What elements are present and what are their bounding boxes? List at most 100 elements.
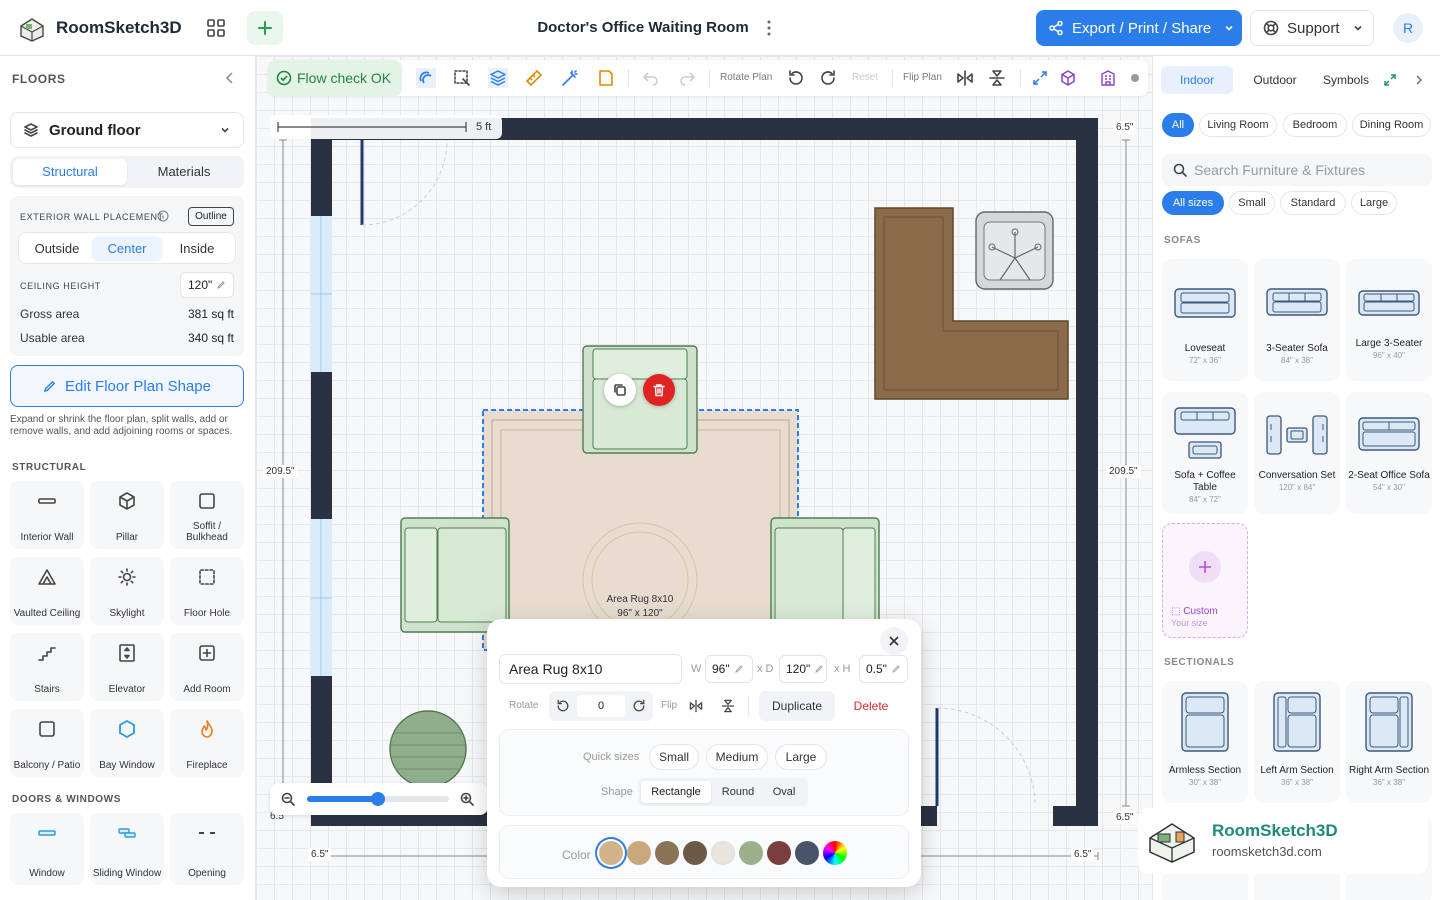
rotate-right-icon[interactable] — [818, 68, 838, 88]
close-popup-button[interactable] — [880, 627, 908, 655]
undo-icon[interactable] — [641, 68, 661, 88]
quick-size-medium[interactable]: Medium — [706, 744, 768, 770]
flip-horizontal-icon[interactable] — [955, 68, 975, 88]
color-swatch[interactable] — [767, 841, 791, 865]
quick-size-large[interactable]: Large — [775, 744, 827, 770]
width-field[interactable]: 96" — [705, 655, 753, 683]
delete-item-button[interactable] — [643, 374, 675, 406]
zoom-slider-handle[interactable] — [371, 792, 385, 806]
custom-size-card[interactable]: ⬚ Custom Your size — [1162, 523, 1248, 638]
duplicate-item-button[interactable] — [604, 374, 636, 406]
tool-fireplace[interactable]: Fireplace — [170, 709, 244, 777]
select-area-icon[interactable] — [452, 68, 472, 88]
tab-symbols[interactable]: Symbols — [1311, 66, 1381, 94]
tool-sliding-window[interactable]: Sliding Window — [90, 813, 164, 885]
ruler-icon[interactable] — [524, 68, 544, 88]
color-swatch[interactable] — [711, 841, 735, 865]
tool-floor-hole[interactable]: Floor Hole — [170, 557, 244, 625]
tool-vaulted-ceiling[interactable]: Vaulted Ceiling — [10, 557, 84, 625]
custom-color-picker[interactable] — [823, 841, 847, 865]
tool-window[interactable]: Window — [10, 813, 84, 885]
expand-icon[interactable] — [1383, 73, 1397, 87]
furniture-card-conversation-set[interactable]: Conversation Set 120" x 84" — [1254, 392, 1340, 514]
tool-opening[interactable]: Opening — [170, 813, 244, 885]
color-swatch[interactable] — [683, 841, 707, 865]
size-chip-small[interactable]: Small — [1229, 191, 1275, 215]
color-swatch[interactable] — [795, 841, 819, 865]
zoom-in-icon[interactable] — [460, 792, 474, 806]
furniture-card-office-sofa[interactable]: 2-Seat Office Sofa 54" x 30" — [1346, 392, 1432, 514]
shape-oval[interactable]: Oval — [763, 781, 805, 803]
tool-soffit[interactable]: Soffit / Bulkhead — [170, 481, 244, 549]
tool-interior-wall[interactable]: Interior Wall — [10, 481, 84, 549]
floor-select[interactable]: Ground floor — [10, 112, 244, 148]
export-button[interactable]: Export / Print / Share — [1036, 10, 1242, 46]
tool-skylight[interactable]: Skylight — [90, 557, 164, 625]
flow-check-badge[interactable]: Flow check OK — [268, 60, 402, 96]
reset-label[interactable]: Reset — [852, 72, 878, 83]
room-chip-living[interactable]: Living Room — [1199, 113, 1277, 137]
zoom-out-icon[interactable] — [281, 792, 295, 806]
placement-inside[interactable]: Inside — [162, 236, 232, 260]
duplicate-button[interactable]: Duplicate — [759, 691, 835, 721]
furniture-card-armless[interactable]: Armless Section 30" x 38" — [1162, 681, 1248, 803]
size-chip-large[interactable]: Large — [1351, 191, 1397, 215]
tab-indoor[interactable]: Indoor — [1161, 66, 1233, 94]
rotate-right-icon[interactable] — [631, 698, 647, 714]
height-field[interactable]: 0.5" — [859, 655, 908, 683]
size-chip-all[interactable]: All sizes — [1162, 191, 1224, 215]
building-icon[interactable] — [1098, 68, 1118, 88]
cube-3d-icon[interactable] — [1058, 68, 1078, 88]
placement-center[interactable]: Center — [92, 236, 162, 260]
flip-vertical-icon[interactable] — [987, 68, 1007, 88]
zoom-slider[interactable] — [307, 792, 449, 806]
furniture-card-sofa-coffee-table[interactable]: Sofa + Coffee Table 84" x 72" — [1162, 392, 1248, 514]
rotate-left-icon[interactable] — [786, 68, 806, 88]
shape-rectangle[interactable]: Rectangle — [641, 781, 711, 803]
ceiling-height-field[interactable]: 120" — [180, 272, 234, 298]
flip-horizontal-icon[interactable] — [688, 698, 704, 714]
room-chip-bedroom[interactable]: Bedroom — [1283, 113, 1347, 137]
tab-materials[interactable]: Materials — [127, 159, 241, 185]
fit-screen-icon[interactable] — [1030, 68, 1050, 88]
furniture-card-large-3-seater[interactable]: Large 3-Seater 96" x 40" — [1346, 259, 1432, 381]
furniture-card-left-arm[interactable]: Left Arm Section 36" x 38" — [1254, 681, 1340, 803]
room-chip-dining[interactable]: Dining Room — [1352, 113, 1431, 137]
rotate-left-icon[interactable] — [555, 698, 571, 714]
magic-wand-icon[interactable] — [560, 68, 580, 88]
item-name-input[interactable]: Area Rug 8x10 — [499, 654, 682, 684]
support-button[interactable]: Support — [1250, 10, 1374, 46]
redo-icon[interactable] — [677, 68, 697, 88]
note-icon[interactable] — [596, 68, 616, 88]
tool-add-room[interactable]: Add Room — [170, 633, 244, 701]
tool-stairs[interactable]: Stairs — [10, 633, 84, 701]
edit-floor-plan-button[interactable]: Edit Floor Plan Shape — [10, 365, 244, 407]
color-swatch[interactable] — [599, 841, 623, 865]
flip-vertical-icon[interactable] — [720, 698, 736, 714]
furniture-card-right-arm[interactable]: Right Arm Section 36" x 38" — [1346, 681, 1432, 803]
tool-pillar[interactable]: Pillar — [90, 481, 164, 549]
color-swatch[interactable] — [655, 841, 679, 865]
quick-size-small[interactable]: Small — [649, 744, 699, 770]
more-options-icon[interactable] — [764, 18, 774, 38]
chevron-right-icon[interactable] — [1413, 74, 1425, 86]
tool-elevator[interactable]: Elevator — [90, 633, 164, 701]
tool-balcony[interactable]: Balcony / Patio — [10, 709, 84, 777]
rotate-input[interactable]: 0 — [577, 695, 625, 717]
furniture-card-3-seater[interactable]: 3-Seater Sofa 84" x 38" — [1254, 259, 1340, 381]
info-icon[interactable] — [157, 210, 169, 222]
room-chip-all[interactable]: All — [1162, 113, 1194, 137]
outline-badge[interactable]: Outline — [188, 207, 234, 226]
size-chip-standard[interactable]: Standard — [1280, 191, 1346, 215]
color-swatch[interactable] — [739, 841, 763, 865]
furniture-search-input[interactable]: Search Furniture & Fixtures — [1162, 154, 1432, 186]
color-swatch[interactable] — [627, 841, 651, 865]
collapse-sidebar-icon[interactable] — [222, 70, 238, 86]
shape-round[interactable]: Round — [715, 781, 761, 803]
layers-icon[interactable] — [488, 68, 508, 88]
delete-button[interactable]: Delete — [841, 691, 901, 721]
tab-outdoor[interactable]: Outdoor — [1239, 66, 1311, 94]
placement-outside[interactable]: Outside — [22, 236, 92, 260]
avatar[interactable]: R — [1393, 13, 1423, 43]
depth-field[interactable]: 120" — [779, 655, 827, 683]
